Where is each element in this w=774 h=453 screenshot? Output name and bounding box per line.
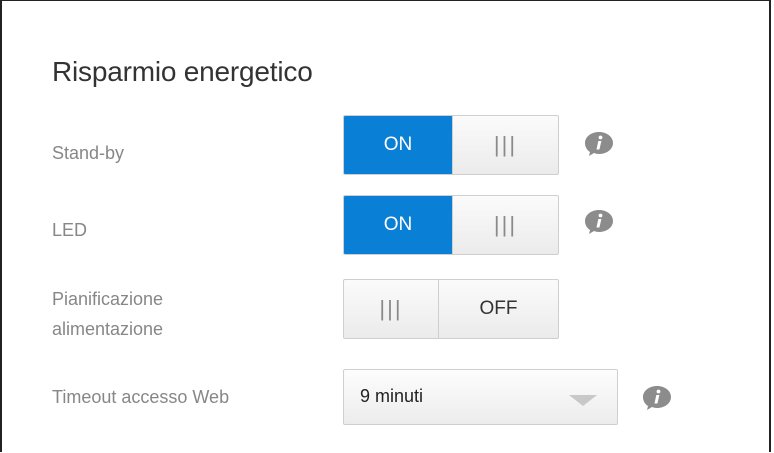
info-icon[interactable] [584,131,614,157]
timeout-value: 9 minuti [360,386,424,406]
standby-toggle-grip[interactable]: ||| [452,116,558,174]
schedule-off-segment[interactable]: OFF [439,280,558,338]
schedule-label-line1: Pianificazione [52,289,164,309]
chevron-down-icon [569,395,597,406]
led-toggle-grip[interactable]: ||| [452,196,558,254]
standby-toggle[interactable]: ON ||| [343,115,559,175]
timeout-label: Timeout accesso Web [52,387,230,407]
led-toggle[interactable]: ON ||| [343,195,559,255]
info-icon[interactable] [642,385,672,411]
schedule-toggle-grip[interactable]: ||| [344,280,439,338]
led-label: LED [52,220,88,240]
info-icon[interactable] [584,209,614,235]
power-saving-panel: Risparmio energetico Stand-by ON ||| LED… [0,0,771,452]
schedule-label-line2: alimentazione [52,319,164,339]
section-title: Risparmio energetico [52,56,313,87]
standby-on-segment[interactable]: ON [344,116,452,174]
standby-label: Stand-by [52,143,125,163]
timeout-select[interactable]: 9 minuti [343,369,618,425]
led-on-segment[interactable]: ON [344,196,452,254]
schedule-toggle[interactable]: ||| OFF [343,279,559,339]
